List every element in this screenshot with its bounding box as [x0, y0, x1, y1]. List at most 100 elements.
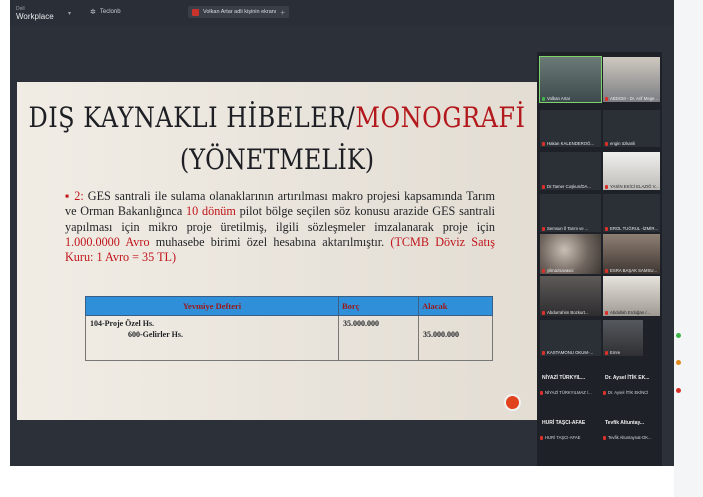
participant-name-small: Dr. Aysel İTİK EKİNCİ	[603, 390, 648, 395]
slide-title-part1: DIŞ KAYNAKLI HİBELER/	[28, 101, 356, 135]
participant-tile[interactable]: Hakan KALENDEROĞ...	[540, 110, 601, 147]
mic-icon	[603, 390, 606, 395]
credit-cell: 35.000.000	[418, 315, 493, 361]
app-brand: Dell Workplace	[16, 6, 54, 21]
bullet-icon: ▪	[65, 189, 71, 203]
participant-name: Semsun İl Tarım ve ...	[542, 226, 588, 231]
participant-name: ABDGM - Dr. Arif Mege...	[605, 96, 658, 101]
tab-participants[interactable]: ✲ Teclonb	[90, 8, 121, 16]
participant-label: Volkan Artar	[547, 96, 571, 101]
participant-name-large: Tevfik Altuntay...	[605, 420, 645, 426]
mic-icon	[540, 390, 543, 395]
participant-tile[interactable]: Emre	[603, 320, 643, 356]
mic-icon	[540, 435, 543, 440]
participant-label: ESRA BAŞAK SAMSU...	[610, 268, 658, 273]
participant-name: YASİN EKİCİ ELAZIĞ V...	[605, 184, 659, 189]
participant-name: Volkan Artar	[542, 96, 570, 101]
participant-label: Dr.Tamer Coşkun/DA...	[547, 184, 591, 189]
participant-name: yilmazsavasci	[542, 268, 574, 273]
add-tab-button[interactable]: +	[280, 8, 285, 17]
participant-tile[interactable]: ESRA BAŞAK SAMSU...	[603, 234, 660, 274]
participant-label: Semsun İl Tarım ve ...	[547, 226, 589, 231]
participant-tile[interactable]: Semsun İl Tarım ve ...	[540, 194, 601, 232]
participants-panel: Volkan Artar ABDGM - Dr. Arif Mege... Ha…	[537, 52, 662, 466]
participant-name-large: NİYAZİ TÜRKYIL...	[542, 375, 586, 381]
participant-name: Abdullah Erdoğan /...	[605, 310, 650, 315]
status-dot	[676, 333, 681, 338]
participant-tile[interactable]: Abdurrahim Bozkurt...	[540, 276, 601, 316]
participant-name: Hakan KALENDEROĞ...	[542, 141, 594, 146]
participant-tile[interactable]: EROL TUĞRUL -İZMİR...	[603, 194, 660, 232]
participant-name-small: Tevfik Altuntaynat-OK...	[603, 435, 652, 440]
participant-label: Dr. Aysel İTİK EKİNCİ	[608, 390, 649, 395]
mic-icon	[605, 268, 608, 273]
journal-accounts-cell: 104-Proje Özel Hs. 600-Gelirler Hs.	[85, 315, 339, 361]
record-indicator-icon[interactable]	[504, 394, 521, 411]
participant-name: Dr.Tamer Coşkun/DA...	[542, 184, 591, 189]
participant-label: YASİN EKİCİ ELAZIĞ V...	[610, 184, 659, 189]
participant-tile[interactable]: yilmazsavasci	[540, 234, 601, 274]
mic-icon	[542, 350, 545, 355]
journal-table: Yevmiye Defteri Borç Alacak 104-Proje Öz…	[85, 296, 493, 361]
participant-label: EROL TUĞRUL -İZMİR...	[610, 226, 659, 231]
participant-tile[interactable]: engin özkanli	[603, 110, 660, 147]
debit-cell: 35.000.000	[338, 315, 419, 361]
participant-label: engin özkanli	[610, 141, 636, 146]
status-dot	[676, 360, 681, 365]
participant-label: NİYAZİ TÜRKYILMAZ /...	[545, 390, 592, 395]
item-number: 2:	[74, 189, 84, 203]
mic-icon	[542, 226, 545, 231]
participant-name-large: Dr. Aysel İTİK EK...	[605, 375, 650, 381]
col-header-debit: Borç	[338, 296, 419, 316]
brand-name: Workplace	[16, 12, 54, 21]
chevron-down-icon[interactable]: ▾	[68, 10, 71, 17]
mic-icon	[605, 184, 608, 189]
mic-icon	[605, 350, 608, 355]
account-credit: 600-Gelirler Hs.	[128, 330, 183, 339]
app-topbar: Dell Workplace ▾ ✲ Teclonb Volkan Artar …	[10, 0, 674, 26]
participant-name-small: NİYAZİ TÜRKYILMAZ /...	[540, 390, 592, 395]
participant-label: Hakan KALENDEROĞ...	[547, 141, 595, 146]
slide-subtitle: (YÖNETMELİK)	[179, 143, 375, 177]
participant-label: KASTAMONU OKUM-...	[547, 350, 593, 355]
mic-icon	[542, 310, 545, 315]
mic-icon	[542, 184, 545, 189]
participant-tile[interactable]: Volkan Artar	[539, 56, 602, 103]
body-text-c: muhasebe birimi özel hesabına aktarılmış…	[149, 234, 391, 249]
mic-icon	[542, 96, 545, 101]
participant-tile[interactable]: KASTAMONU OKUM-...	[540, 320, 601, 356]
mic-icon	[605, 141, 608, 146]
mic-icon	[542, 268, 545, 273]
shared-slide: DIŞ KAYNAKLI HİBELER/MONOGRAFİ (YÖNETMEL…	[17, 82, 537, 420]
screen-edge	[674, 0, 703, 497]
participant-label: Abdullah Erdoğan /...	[610, 310, 651, 315]
tab-meeting-label: Volkan Artar adli kişinin ekranı	[203, 9, 277, 15]
participant-tile[interactable]: Dr.Tamer Coşkun/DA...	[540, 152, 601, 190]
slide-title: DIŞ KAYNAKLI HİBELER/MONOGRAFİ	[17, 102, 537, 134]
status-dot	[676, 388, 681, 393]
mic-icon	[603, 435, 606, 440]
participant-name-small: HURİ TAŞCI-AFAE	[540, 435, 580, 440]
credit-value: 35.000.000	[423, 330, 459, 339]
monitor-bezel	[10, 466, 674, 497]
tab-meeting[interactable]: Volkan Artar adli kişinin ekranı +	[188, 6, 290, 18]
participant-name: engin özkanli	[605, 141, 635, 146]
participant-name: KASTAMONU OKUM-...	[542, 350, 593, 355]
monitor-screen: Dell Workplace ▾ ✲ Teclonb Volkan Artar …	[10, 0, 674, 466]
participant-tile[interactable]: YASİN EKİCİ ELAZIĞ V...	[603, 152, 660, 190]
participant-label: yilmazsavasci	[547, 268, 574, 273]
col-header-journal: Yevmiye Defteri	[85, 296, 339, 316]
participant-name: EROL TUĞRUL -İZMİR...	[605, 226, 658, 231]
slide-body: ▪ 2: GES santrali ile sulama olanakların…	[65, 189, 495, 265]
gear-icon: ✲	[90, 9, 96, 16]
table-header-row: Yevmiye Defteri Borç Alacak	[85, 296, 493, 316]
participant-tile[interactable]: Abdullah Erdoğan /...	[603, 276, 660, 316]
tab-participants-label: Teclonb	[99, 9, 121, 15]
participant-name: ESRA BAŞAK SAMSU...	[605, 268, 657, 273]
participant-label: Abdurrahim Bozkurt...	[547, 310, 589, 315]
participant-name: Emre	[605, 350, 620, 355]
mic-icon	[605, 310, 608, 315]
participant-label: Emre	[610, 350, 621, 355]
participant-name-large: HURİ TAŞCI-AFAE	[542, 420, 586, 426]
participant-tile[interactable]: ABDGM - Dr. Arif Mege...	[603, 57, 660, 102]
